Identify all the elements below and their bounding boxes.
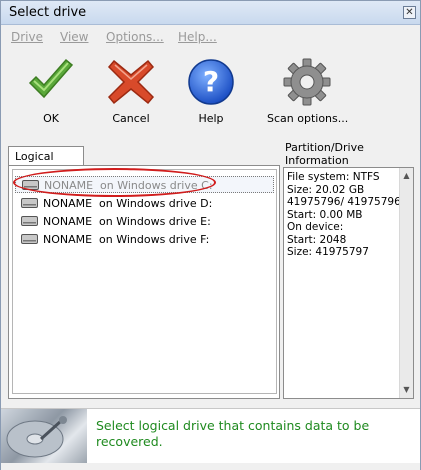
toolbar: OK Cancel ? Help Scan options... [1,49,420,133]
drive-list: NONAME on Windows drive C: NONAME on Win… [12,169,277,394]
help-button[interactable]: ? Help [185,57,237,125]
question-icon: ? [188,59,234,105]
info-line: Start: 0.00 MB [287,208,363,221]
gear-icon [283,58,331,106]
scan-options-label: Scan options... [267,112,349,125]
drive-name: NONAME [43,215,93,228]
drive-row-f[interactable]: NONAME on Windows drive F: [15,231,274,248]
menu-view[interactable]: View [60,30,88,44]
menu-bar: Drive View Options... Help... [1,26,420,48]
ok-button[interactable]: OK [25,57,77,125]
menu-options[interactable]: Options... [106,30,164,44]
hint-bar: Select logical drive that contains data … [1,408,420,464]
scan-options-button[interactable]: Scan options... [267,57,349,125]
disk-icon [21,216,38,226]
title-bar: Select drive ✕ [1,1,420,25]
menu-help[interactable]: Help... [178,30,217,44]
ok-label: OK [43,112,59,125]
info-title: Partition/Drive Information [285,141,364,167]
checkmark-icon [28,58,74,99]
drive-location: on Windows drive D: [99,197,213,210]
bottom-strip [1,463,420,470]
info-panel: File system: NTFS Size: 20.02 GB 4197579… [283,167,414,399]
info-line: Size: 20.02 GB [287,183,365,196]
cancel-label: Cancel [112,112,150,125]
hint-text: Select logical drive that contains data … [96,418,370,449]
hard-drive-icon [6,416,67,458]
info-line: On device: [287,221,344,233]
drive-row-d[interactable]: NONAME on Windows drive D: [15,195,274,212]
help-label: Help [198,112,224,125]
highlight-ellipse [13,168,216,197]
info-text: File system: NTFS Size: 20.02 GB 4197579… [287,171,401,259]
info-line: File system: NTFS [287,171,380,183]
drive-location: on Windows drive E: [99,215,211,228]
drive-name: NONAME [43,233,93,246]
info-line: Size: 41975797 [287,246,369,258]
info-line: Start: 2048 [287,233,347,246]
scroll-down-icon[interactable]: ▼ [400,383,413,396]
info-scrollbar[interactable]: ▲ ▼ [399,168,413,398]
drive-location: on Windows drive F: [99,233,210,246]
cross-icon [107,59,155,105]
close-button[interactable]: ✕ [403,6,416,19]
info-line: 41975796/ 41975796 [287,196,401,208]
menu-drive[interactable]: Drive [11,30,43,44]
disk-icon [21,198,38,208]
select-drive-window: Select drive ✕ Drive View Options... Hel… [0,0,421,470]
tab-logical-drive[interactable]: Logical drive [8,146,84,176]
svg-text:?: ? [203,65,219,98]
cancel-button[interactable]: Cancel [105,57,157,125]
hard-drive-image [1,409,87,464]
drive-row-e[interactable]: NONAME on Windows drive E: [15,213,274,230]
logical-drive-panel: NONAME on Windows drive C: NONAME on Win… [8,165,280,399]
window-title: Select drive [9,5,87,20]
scroll-up-icon[interactable]: ▲ [400,169,413,182]
disk-icon [21,234,38,244]
drive-name: NONAME [43,197,93,210]
